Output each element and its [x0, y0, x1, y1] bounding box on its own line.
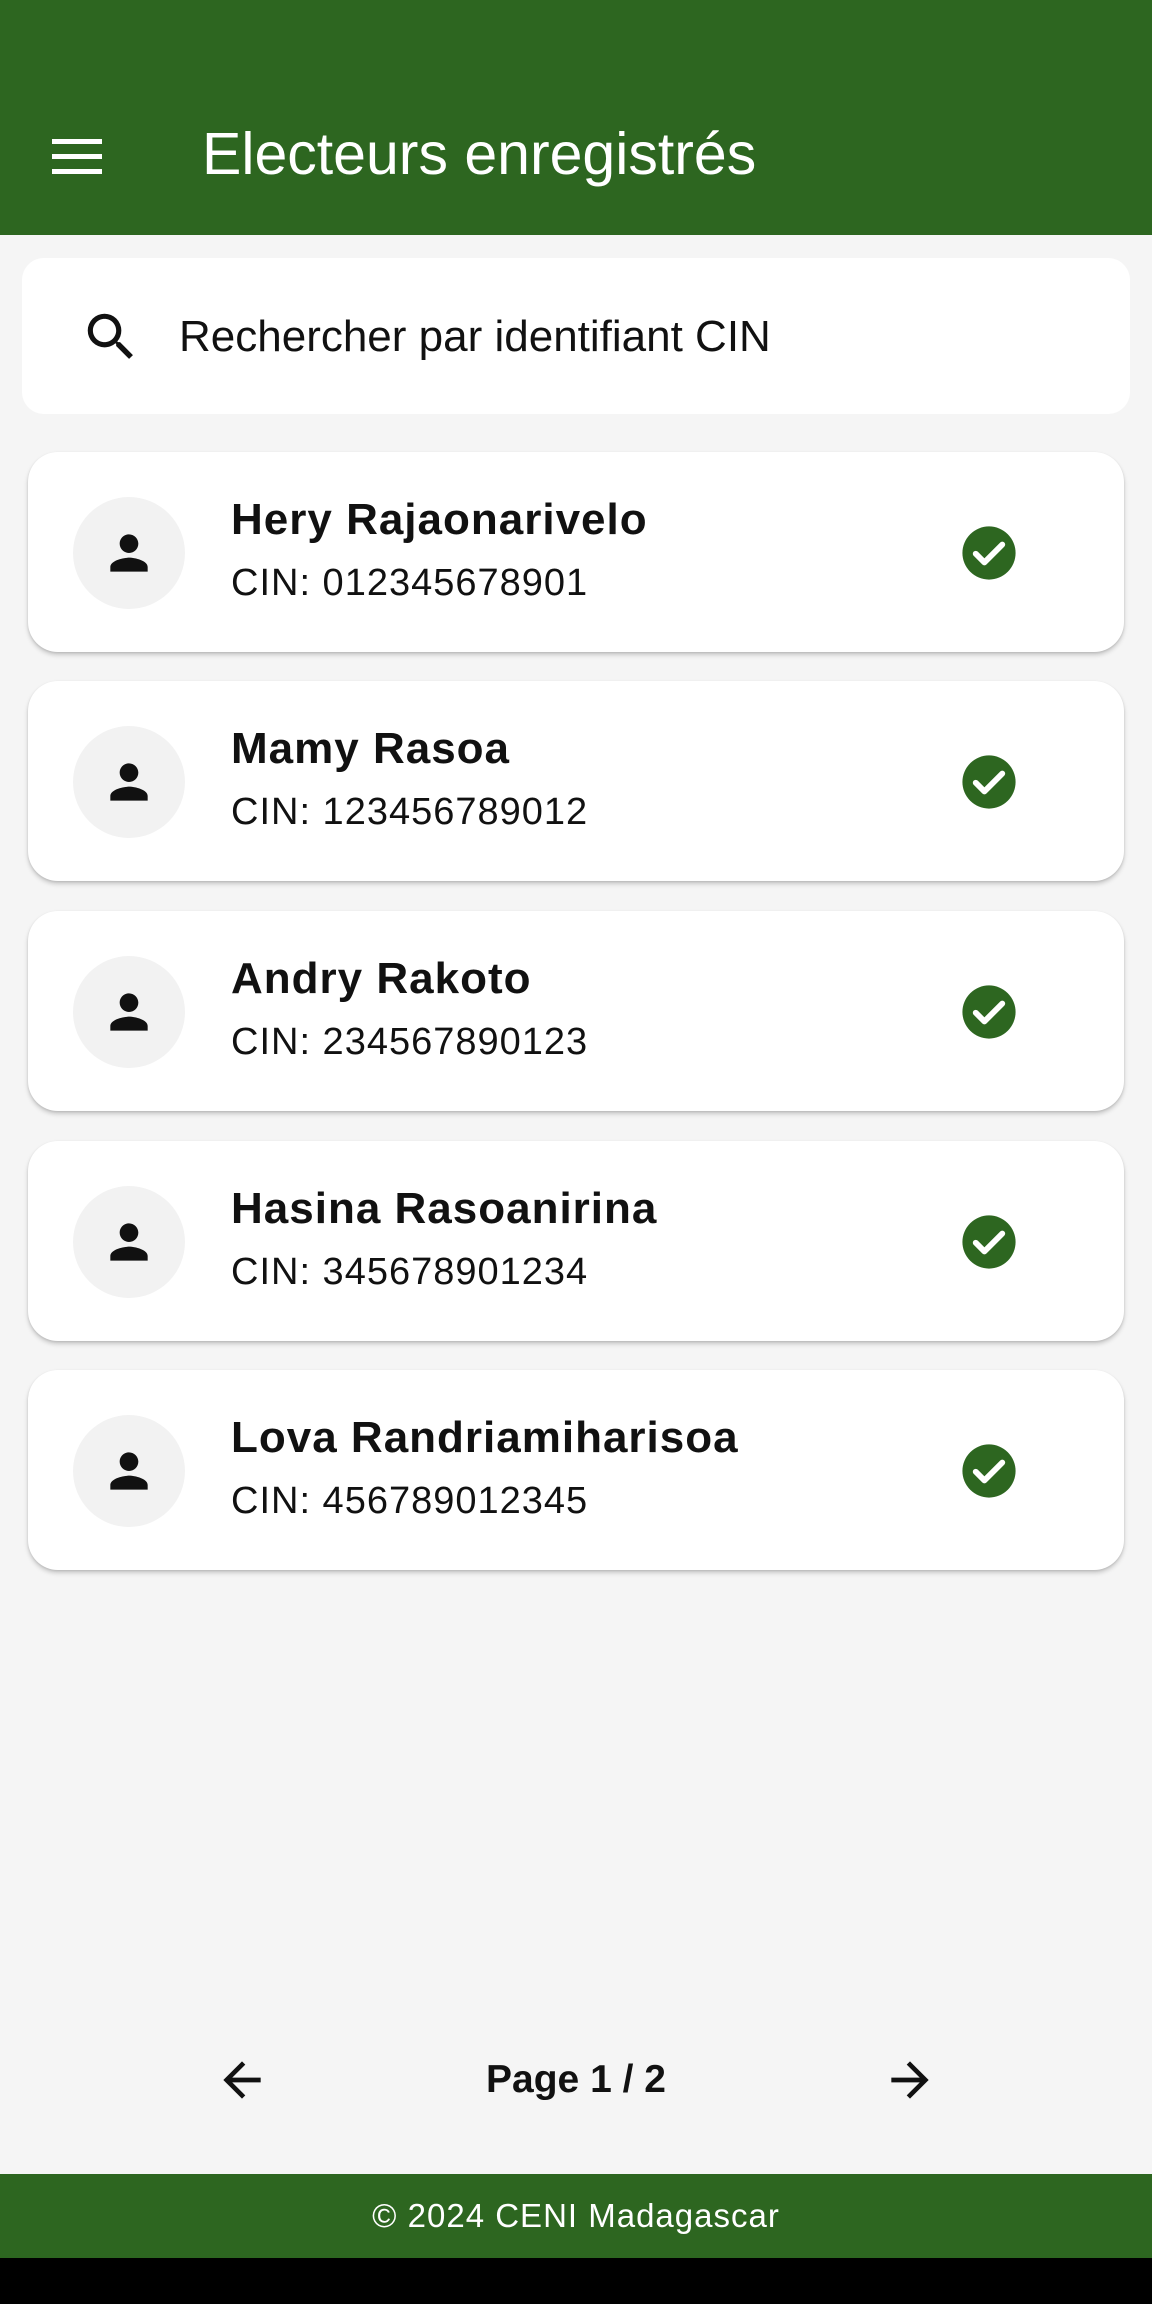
menu-button[interactable]: [42, 125, 114, 189]
page-title: Electeurs enregistrés: [202, 121, 757, 187]
voter-cin: CIN: 234567890123: [231, 1021, 589, 1063]
menu-icon: [52, 139, 102, 174]
voter-name: Hery Rajaonarivelo: [231, 495, 648, 544]
person-icon: [110, 1452, 148, 1490]
avatar: [73, 1186, 185, 1298]
avatar: [73, 1415, 185, 1527]
avatar: [73, 497, 185, 609]
search-bar: [22, 258, 1130, 414]
avatar: [73, 956, 185, 1068]
list-item[interactable]: Hasina Rasoanirina CIN: 345678901234: [28, 1141, 1124, 1341]
search-input[interactable]: [179, 306, 1079, 368]
voter-cin: CIN: 345678901234: [231, 1251, 589, 1293]
list-item[interactable]: Lova Randriamiharisoa CIN: 456789012345: [28, 1370, 1124, 1570]
list-item[interactable]: Hery Rajaonarivelo CIN: 012345678901: [28, 452, 1124, 652]
system-nav-bar: [0, 2258, 1152, 2304]
voter-name: Andry Rakoto: [231, 954, 532, 1003]
person-icon: [110, 993, 148, 1031]
check-circle-icon: [962, 526, 1016, 580]
previous-page-button[interactable]: [206, 2048, 278, 2112]
check-circle-icon: [962, 1215, 1016, 1269]
check-circle-icon: [962, 755, 1016, 809]
voter-cin: CIN: 123456789012: [231, 791, 589, 833]
arrow-right-icon: [891, 2061, 929, 2099]
list-item[interactable]: Andry Rakoto CIN: 234567890123: [28, 911, 1124, 1111]
voter-name: Hasina Rasoanirina: [231, 1184, 658, 1233]
voter-name: Mamy Rasoa: [231, 724, 511, 773]
voter-name: Lova Randriamiharisoa: [231, 1413, 739, 1462]
app-bar: Electeurs enregistrés: [0, 0, 1152, 235]
arrow-left-icon: [223, 2061, 261, 2099]
check-circle-icon: [962, 1444, 1016, 1498]
avatar: [73, 726, 185, 838]
person-icon: [110, 763, 148, 801]
page-indicator: Page 1 / 2: [486, 2058, 666, 2101]
footer: © 2024 CENI Madagascar: [0, 2174, 1152, 2258]
voter-cin: CIN: 012345678901: [231, 562, 589, 604]
footer-copyright: © 2024 CENI Madagascar: [372, 2197, 780, 2234]
person-icon: [110, 1223, 148, 1261]
person-icon: [110, 534, 148, 572]
search-icon[interactable]: [80, 306, 142, 368]
list-item[interactable]: Mamy Rasoa CIN: 123456789012: [28, 681, 1124, 881]
check-circle-icon: [962, 985, 1016, 1039]
next-page-button[interactable]: [874, 2048, 946, 2112]
voter-cin: CIN: 456789012345: [231, 1480, 589, 1522]
